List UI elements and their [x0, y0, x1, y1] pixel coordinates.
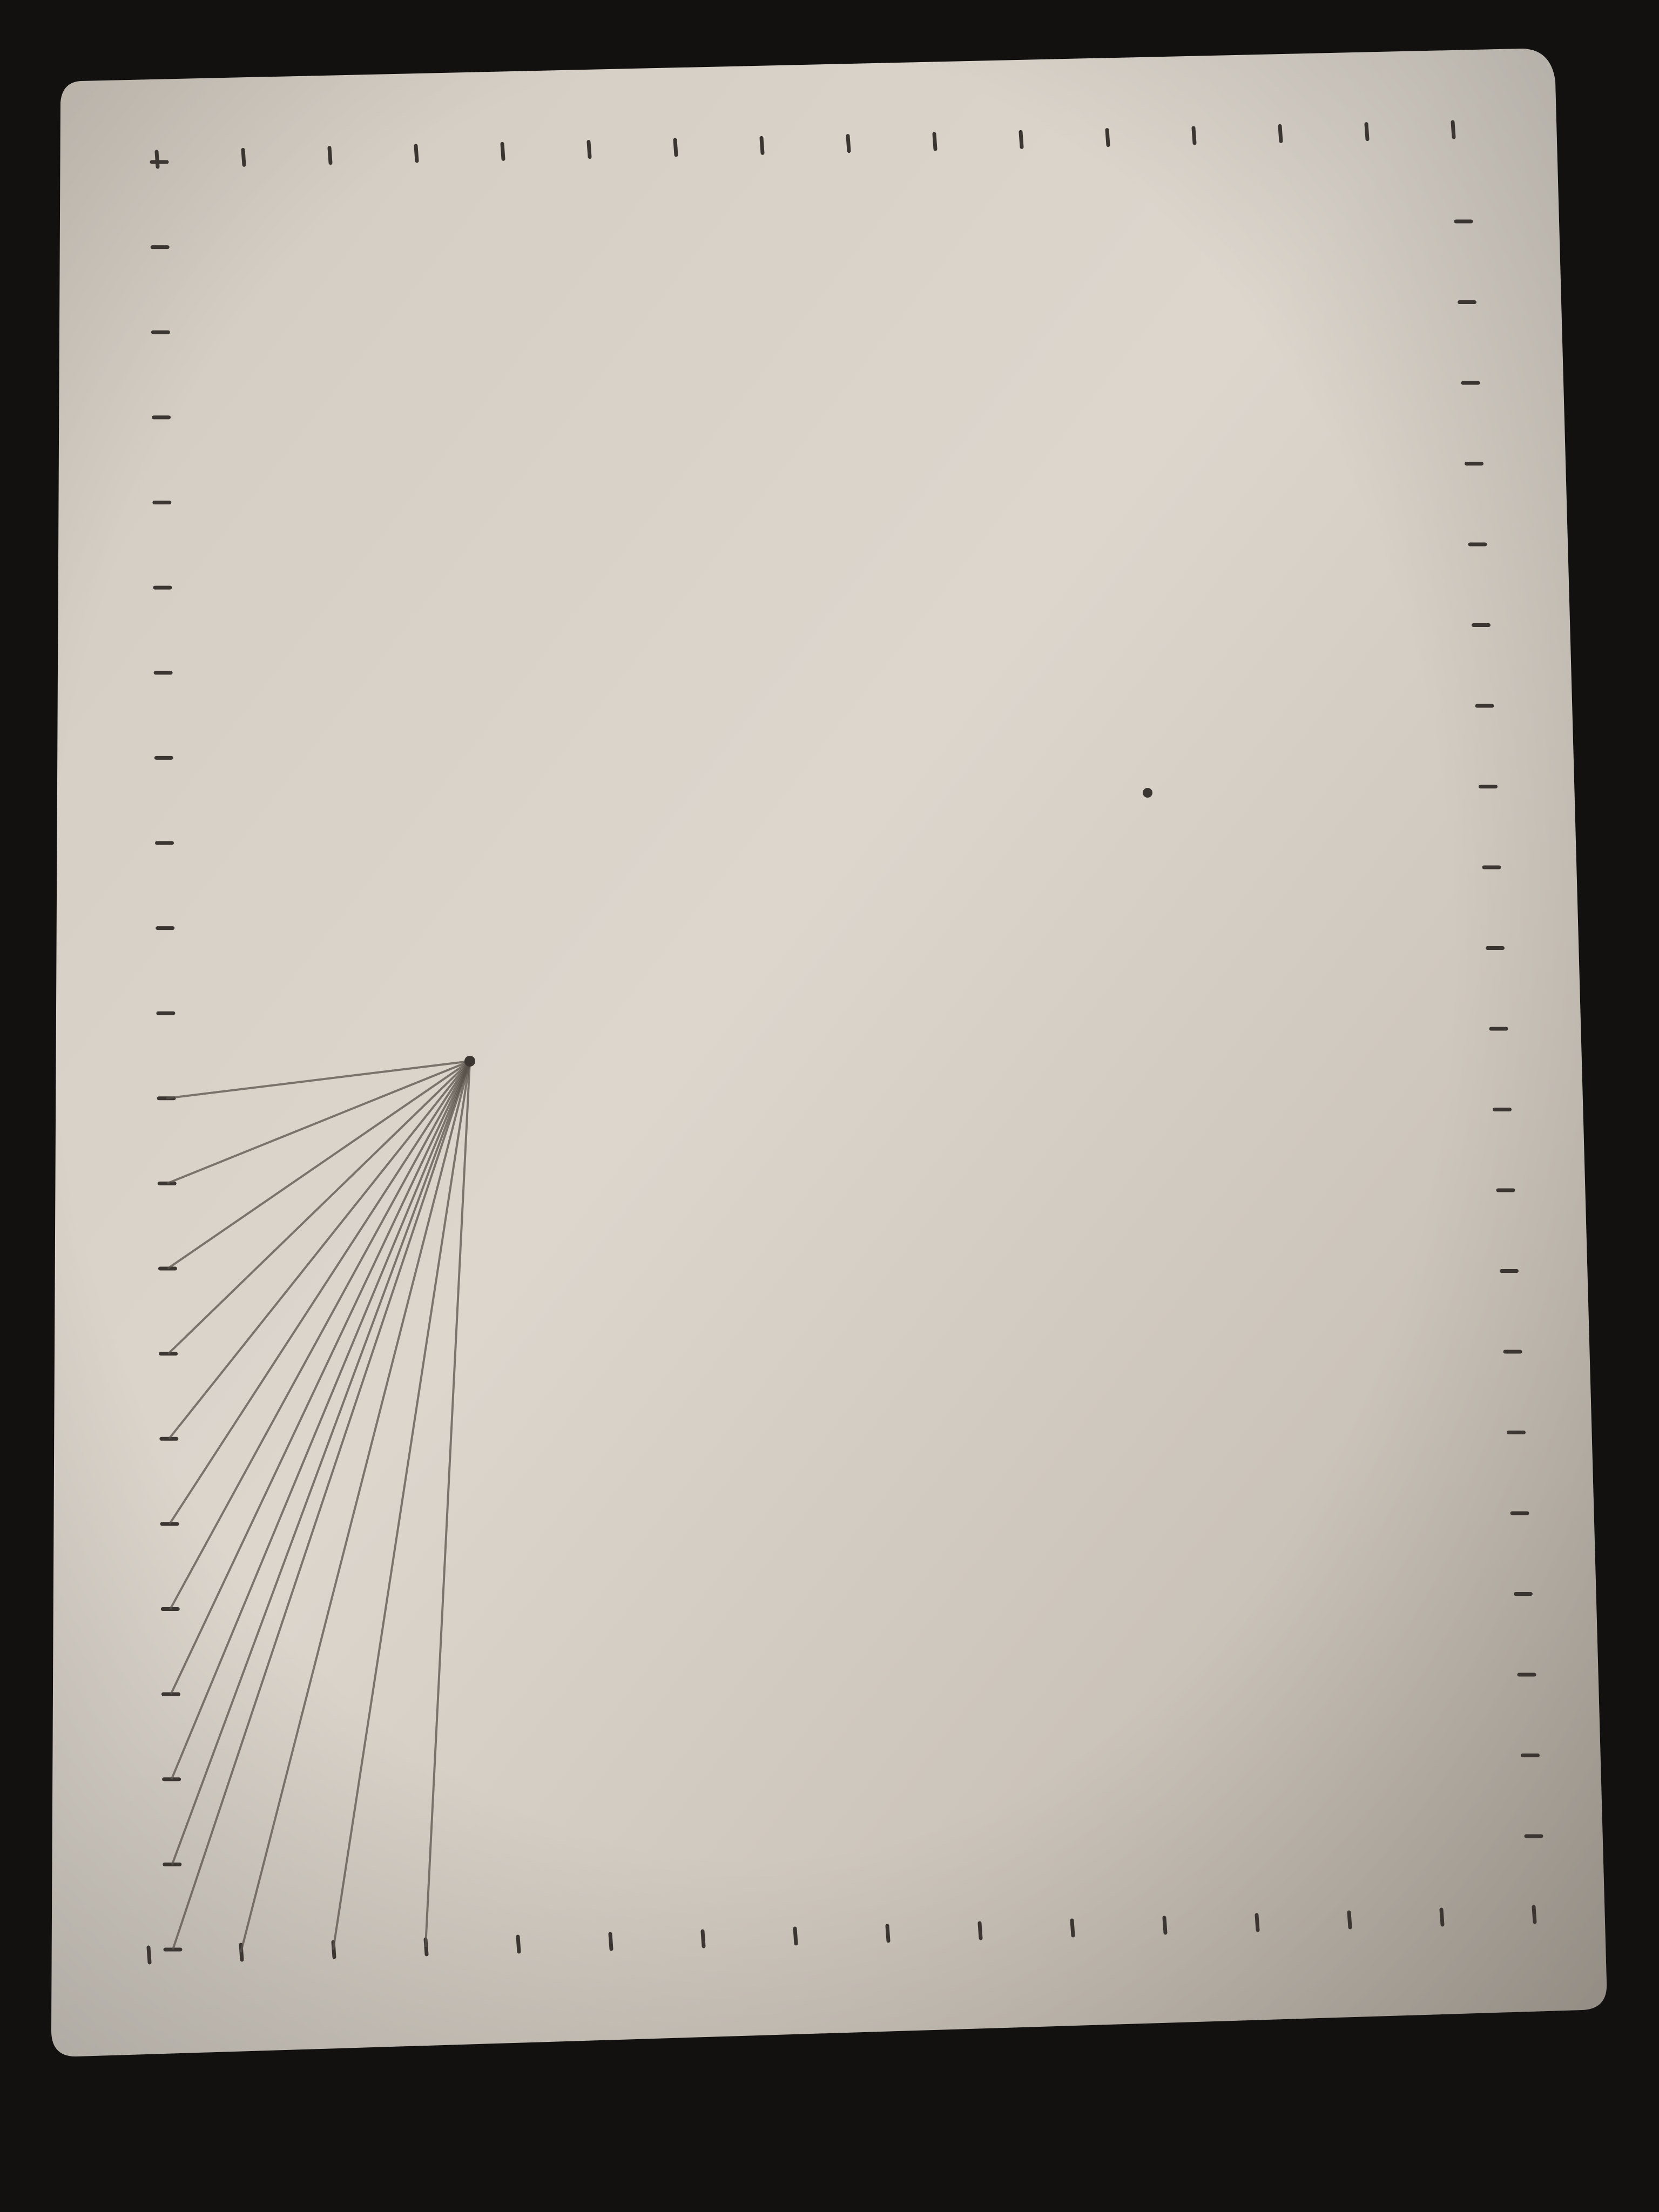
bottom-tick-mark [1347, 1910, 1352, 1930]
top-tick-mark [241, 147, 246, 167]
bottom-tick-mark [146, 1945, 152, 1965]
bottom-tick-mark [977, 1921, 983, 1940]
top-tick-mark [846, 134, 851, 153]
top-tick-mark [1019, 130, 1024, 149]
photo-scene [0, 0, 1659, 2212]
bottom-tick-mark [700, 1929, 706, 1948]
bottom-tick-mark [516, 1934, 521, 1954]
top-tick-mark [1278, 124, 1283, 143]
top-tick-mark [1364, 122, 1370, 141]
top-tick-mark [1191, 126, 1197, 145]
top-tick-mark [1451, 120, 1456, 139]
top-tick-mark [327, 146, 333, 165]
center-pencil-dot [1143, 788, 1152, 798]
top-tick-mark [414, 144, 419, 163]
bottom-tick-mark [1070, 1918, 1075, 1938]
top-tick-mark [1105, 128, 1110, 147]
top-tick-mark [759, 136, 765, 155]
bottom-tick-mark [608, 1932, 613, 1951]
bottom-tick-mark [1532, 1905, 1537, 1924]
top-tick-mark [932, 132, 938, 151]
fan-apex-point [464, 1056, 475, 1067]
bottom-tick-mark [885, 1924, 891, 1943]
top-tick-mark [673, 138, 678, 157]
paper-shading [51, 49, 1607, 2056]
bottom-tick-mark [1255, 1913, 1260, 1932]
top-tick-mark [500, 141, 505, 161]
top-tick-mark [586, 140, 592, 159]
top-tick-mark [154, 150, 160, 169]
bottom-tick-mark [1162, 1916, 1168, 1935]
bottom-tick-mark [1439, 1907, 1445, 1927]
bottom-tick-mark [793, 1926, 798, 1946]
